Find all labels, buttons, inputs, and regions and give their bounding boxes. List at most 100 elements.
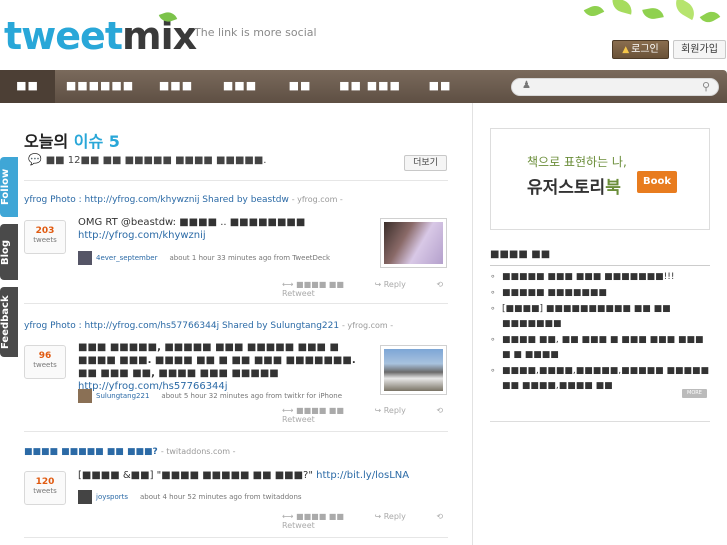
logo-mix: mix [121, 14, 197, 58]
banner-line2: 유저스토리북 [527, 173, 621, 198]
item-3-count-num: 120 [35, 477, 55, 487]
more-button[interactable]: 더보기 [404, 155, 447, 171]
item-3-rt-label: ■■■■ ■■ [296, 512, 344, 521]
right-list-title: ■■■■ ■■ [490, 249, 551, 260]
item-2-retweet-label: Retweet [282, 415, 315, 424]
join-button[interactable]: 회원가입 [673, 40, 726, 59]
search-icon[interactable]: ⚲ [702, 80, 710, 93]
item-1-headline[interactable]: yfrog Photo : http://yfrog.com/khywznij … [24, 195, 343, 205]
item-3-rt-action[interactable]: ⟷ ■■■■ ■■ [282, 512, 358, 521]
userstory-book-banner[interactable]: 책으로 표현하는 나, 유저스토리북 Book [490, 128, 710, 230]
item-1-source: - yfrog.com - [291, 195, 343, 204]
banner-line1: 책으로 표현하는 나, [527, 155, 627, 169]
divider [24, 537, 448, 538]
item-2-count-label: tweets [33, 361, 57, 369]
item-3-headline[interactable]: ■■■■ ■■■■■ ■■ ■■■? - twitaddons.com - [24, 447, 236, 457]
item-2-title[interactable]: yfrog Photo : http://yfrog.com/hs5776634… [24, 321, 339, 331]
item-2-time: about 5 hour 32 minutes ago from twitkr … [161, 392, 343, 400]
lock-icon: ▲ [622, 45, 630, 55]
item-3-tweet: [■■■■ &■■] "■■■■ ■■■■■ ■■ ■■■?" http://b… [78, 469, 448, 482]
item-2-meta: Sulungtang221 about 5 hour 32 minutes ago… [78, 389, 342, 403]
item-1-link[interactable]: http://yfrog.com/khywznij [78, 230, 206, 241]
subtitle-text: ■■ 12■■ ■■ ■■■■■ ■■■■ ■■■■■. [45, 155, 267, 166]
list-item[interactable]: ■■■■,■■■■,■■■■■,■■■■■ ■■■■■ ■■ ■■■■,■■■■… [490, 364, 710, 394]
header: tweetmix The link is more social ▲ 로그인 회원… [0, 0, 727, 70]
item-3-link[interactable]: http://bit.ly/losLNA [316, 470, 409, 481]
banner-line2a: 유저스토리 [527, 178, 606, 198]
item-3-user[interactable]: joysports [96, 493, 128, 501]
right-list-divider [490, 265, 710, 266]
title-part1: 오늘의 [24, 132, 69, 151]
item-3-meta: joysports about 4 hour 52 minutes ago fro… [78, 490, 302, 504]
nav-item-3[interactable]: ■■■ [148, 70, 204, 103]
list-item[interactable]: ■■■■ ■■, ■■ ■■■ ■ ■■■ ■■■ ■■■ ■ ■ ■■■■ [490, 333, 710, 363]
right-divider [490, 421, 710, 422]
item-1-text: OMG RT @beastdw: ■■■■ .. ■■■■■■■■ [78, 217, 306, 228]
item-3-reply-label: Reply [383, 512, 406, 521]
item-2-thumbnail[interactable] [380, 345, 447, 395]
item-2-rt-label: ■■■■ ■■ [296, 406, 344, 415]
item-1-count-num: 203 [35, 226, 55, 236]
search-input[interactable] [542, 80, 702, 94]
item-1-rt-action[interactable]: ⟷ ■■■■ ■■ [282, 280, 358, 289]
item-1-title[interactable]: yfrog Photo : http://yfrog.com/khywznij … [24, 195, 289, 205]
item-1-count[interactable]: 203 tweets [24, 220, 66, 254]
item-2-image [384, 349, 443, 391]
main-content: 오늘의 이슈 5 💬 ■■ 12■■ ■■ ■■■■■ ■■■■ ■■■■■. 더… [0, 103, 473, 545]
page-subtitle: 💬 ■■ 12■■ ■■ ■■■■■ ■■■■ ■■■■■. [28, 153, 266, 166]
item-1-actions: ⟷ ■■■■ ■■ ↪ Reply ⟲ Retweet [282, 280, 472, 298]
title-part2: 이슈 5 [73, 132, 120, 151]
item-2-count[interactable]: 96 tweets [24, 345, 66, 379]
login-button[interactable]: ▲ 로그인 [612, 40, 669, 59]
list-item[interactable]: ■■■■■ ■■■ ■■■ ■■■■■■■!!! [490, 270, 710, 285]
item-2-count-num: 96 [38, 351, 52, 361]
divider [24, 431, 448, 432]
nav-item-2[interactable]: ■■■■■■ [60, 70, 140, 103]
book-badge: Book [637, 171, 677, 193]
item-1-rt-label: ■■■■ ■■ [296, 280, 344, 289]
login-label: 로그인 [631, 44, 659, 55]
item-3-text: [■■■■ &■■] "■■■■ ■■■■■ ■■ ■■■?" [78, 470, 313, 481]
pin-icon: ♟ [522, 80, 531, 91]
page-title: 오늘의 이슈 5 [24, 128, 120, 152]
search-box: ♟ ⚲ [511, 78, 719, 96]
item-3-reply-action[interactable]: ↪ Reply [374, 512, 419, 521]
item-2-reply-label: Reply [383, 406, 406, 415]
divider [24, 303, 448, 304]
item-2-user[interactable]: Sulungtang221 [96, 392, 149, 400]
speech-bubble-icon: 💬 [28, 153, 42, 166]
nav-item-5[interactable]: ■■ [276, 70, 324, 103]
item-3-source: - twitaddons.com - [160, 447, 236, 456]
nav-item-7[interactable]: ■■ [416, 70, 464, 103]
item-1-reply-action[interactable]: ↪ Reply [374, 280, 419, 289]
item-1-user[interactable]: 4ever_september [96, 254, 157, 262]
item-3-count[interactable]: 120 tweets [24, 471, 66, 505]
item-1-tweet: OMG RT @beastdw: ■■■■ .. ■■■■■■■■ http:/… [78, 216, 370, 242]
item-3-title[interactable]: ■■■■ ■■■■■ ■■ ■■■? [24, 447, 158, 457]
item-1-avatar[interactable] [78, 251, 92, 265]
item-1-reply-label: Reply [383, 280, 406, 289]
item-3-actions: ⟷ ■■■■ ■■ ↪ Reply ⟲ Retweet [282, 512, 472, 530]
nav-item-1[interactable]: ■■ [0, 70, 55, 103]
nav-item-6[interactable]: ■■ ■■■ [332, 70, 408, 103]
item-1-count-label: tweets [33, 236, 57, 244]
item-2-tweet: ■■■ ■■■■■, ■■■■■ ■■■ ■■■■■ ■■■ ■ ■■■■ ■■… [78, 341, 374, 393]
item-3-retweet-label: Retweet [282, 521, 315, 530]
item-2-avatar[interactable] [78, 389, 92, 403]
item-2-reply-action[interactable]: ↪ Reply [374, 406, 419, 415]
more-link[interactable]: MORE [682, 389, 707, 398]
item-1-image [384, 222, 443, 264]
item-1-time: about 1 hour 33 minutes ago from TweetDe… [169, 254, 331, 262]
item-2-actions: ⟷ ■■■■ ■■ ↪ Reply ⟲ Retweet [282, 406, 472, 424]
nav-item-4[interactable]: ■■■ [212, 70, 268, 103]
list-item[interactable]: ■■■■■ ■■■■■■■ [490, 286, 710, 301]
item-3-avatar[interactable] [78, 490, 92, 504]
item-1-meta: 4ever_september about 1 hour 33 minutes a… [78, 251, 330, 265]
list-item[interactable]: [■■■■] ■■■■■■■■■■ ■■ ■■ ■■■■■■■ [490, 302, 710, 332]
item-2-headline[interactable]: yfrog Photo : http://yfrog.com/hs5776634… [24, 321, 393, 331]
item-2-text: ■■■ ■■■■■, ■■■■■ ■■■ ■■■■■ ■■■ ■ ■■■■ ■■… [78, 342, 356, 379]
item-2-rt-action[interactable]: ⟷ ■■■■ ■■ [282, 406, 358, 415]
leaves-decoration [577, 0, 727, 30]
item-3-count-label: tweets [33, 487, 57, 495]
item-1-thumbnail[interactable] [380, 218, 447, 268]
